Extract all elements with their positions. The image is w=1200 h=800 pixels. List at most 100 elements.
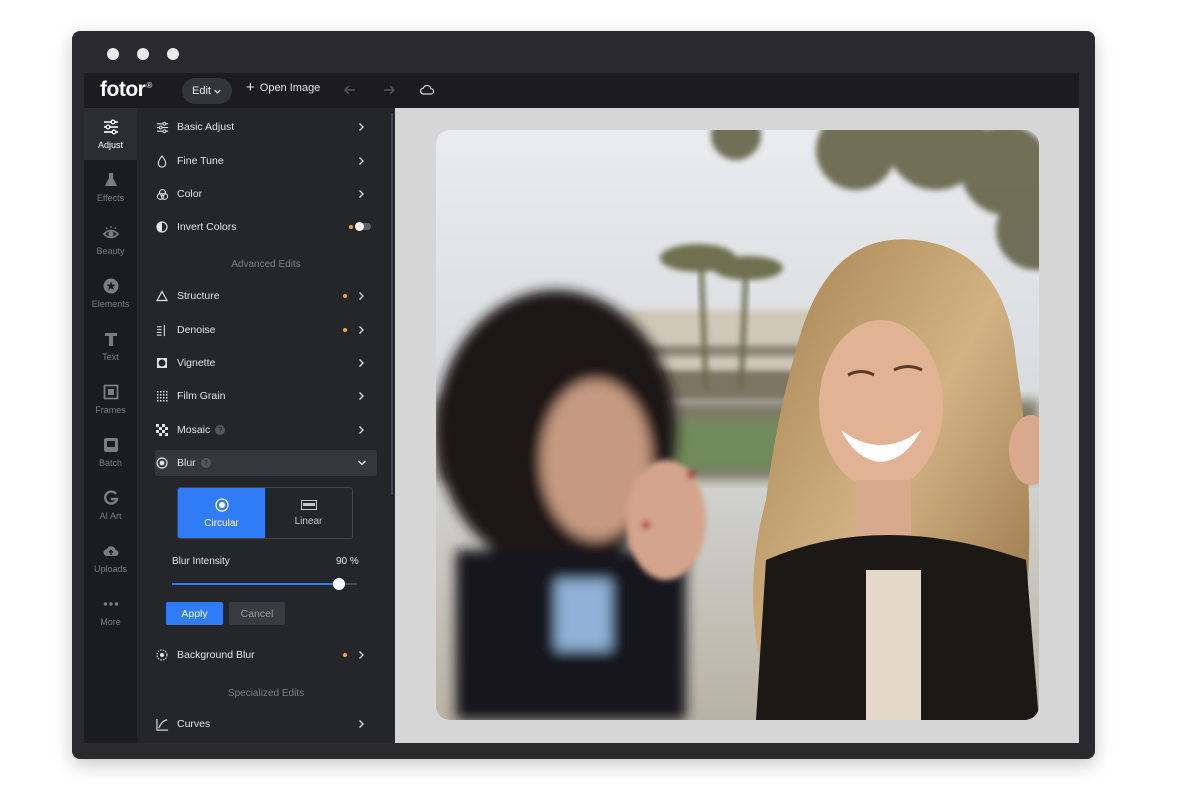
rail-item-batch[interactable]: Batch [84, 426, 137, 478]
vignette-icon [157, 358, 167, 368]
chevron-down-icon [214, 89, 221, 94]
photo-illustration [436, 130, 1039, 720]
cloud-upload-icon [103, 546, 118, 557]
invert-colors-toggle[interactable] [355, 222, 371, 231]
fotor-logo[interactable]: fotor® [100, 78, 152, 102]
cloud-icon[interactable] [419, 82, 435, 98]
open-image-button[interactable]: + Open Image [246, 79, 321, 96]
rail-label: AI Art [99, 511, 122, 521]
plus-icon: + [246, 79, 255, 96]
rail-label: Uploads [93, 564, 128, 574]
drop-icon [157, 154, 167, 168]
menu-item-mosaic[interactable]: Mosaic ? [155, 417, 375, 443]
blur-intensity-slider[interactable] [172, 578, 357, 590]
mosaic-icon [156, 424, 168, 436]
top-bar: fotor® Edit + Open Image [84, 73, 1079, 108]
rail-label: Adjust [97, 140, 123, 150]
chevron-right-icon [359, 326, 364, 334]
blur-mode-linear[interactable]: Linear [265, 488, 352, 538]
menu-item-label: Curves [177, 718, 211, 730]
flask-icon [104, 173, 117, 186]
rail-label: Frames [95, 405, 126, 415]
panel-scrollbar[interactable] [391, 113, 393, 495]
grain-grid-icon [157, 391, 168, 402]
rail-item-more[interactable]: More [84, 585, 137, 637]
chevron-right-icon [359, 651, 364, 659]
cancel-button[interactable]: Cancel [229, 602, 285, 625]
eye-icon [102, 226, 119, 239]
help-icon[interactable]: ? [215, 425, 226, 435]
rail-label: Beauty [96, 246, 125, 256]
menu-item-fine-tune[interactable]: Fine Tune [155, 148, 375, 174]
menu-item-label: Fine Tune [177, 155, 224, 167]
slider-fill [172, 583, 339, 585]
rail-item-beauty[interactable]: Beauty [84, 214, 137, 266]
star-circle-icon [103, 278, 118, 294]
batch-image-icon [103, 438, 118, 452]
menu-item-background-blur[interactable]: Background Blur [155, 642, 375, 668]
menu-item-basic-adjust[interactable]: Basic Adjust [155, 114, 375, 140]
rail-label: Elements [91, 299, 130, 309]
open-image-label: Open Image [259, 82, 321, 94]
background-blur-icon [156, 649, 168, 661]
chevron-right-icon [359, 426, 364, 434]
menu-item-label: Film Grain [177, 390, 226, 402]
apply-button[interactable]: Apply [166, 602, 223, 625]
rail-item-frames[interactable]: Frames [84, 373, 137, 425]
menu-item-curves[interactable]: Curves [155, 711, 375, 737]
chevron-right-icon [359, 123, 364, 131]
chevron-right-icon [359, 720, 364, 728]
window-controls [107, 48, 179, 60]
new-feature-dot [343, 294, 347, 298]
window-close-button[interactable] [107, 48, 119, 60]
triangle-icon [156, 290, 168, 302]
slider-handle[interactable] [333, 578, 345, 590]
menu-item-denoise[interactable]: Denoise [155, 317, 375, 343]
menu-item-vignette[interactable]: Vignette [155, 350, 375, 376]
menu-item-color[interactable]: Color [155, 181, 375, 207]
chevron-right-icon [359, 190, 364, 198]
editor: fotor® Edit + Open Image Adjust Effects [84, 73, 1079, 743]
new-feature-dot [343, 328, 347, 332]
rail-item-ai-art[interactable]: AI Art [84, 479, 137, 531]
edited-photo[interactable] [436, 130, 1039, 720]
rail-item-effects[interactable]: Effects [84, 161, 137, 213]
menu-item-label: Blur [177, 457, 196, 469]
menu-item-structure[interactable]: Structure [155, 283, 375, 309]
undo-arrow-icon[interactable] [342, 82, 358, 98]
app-window: fotor® Edit + Open Image Adjust Effects [72, 31, 1095, 759]
blur-radio-icon [156, 457, 168, 469]
menu-item-blur[interactable]: Blur ? [155, 450, 377, 476]
rail-label: More [100, 617, 121, 627]
blur-intensity-label: Blur Intensity [172, 556, 230, 567]
help-icon[interactable]: ? [200, 458, 211, 468]
menu-item-film-grain[interactable]: Film Grain [155, 383, 375, 409]
color-circles-icon [156, 188, 168, 200]
rail-item-text[interactable]: Text [84, 320, 137, 372]
blur-mode-circular[interactable]: Circular [178, 488, 265, 538]
window-maximize-button[interactable] [167, 48, 179, 60]
rail-item-elements[interactable]: Elements [84, 267, 137, 319]
redo-arrow-icon[interactable] [381, 82, 397, 98]
new-feature-dot [349, 225, 353, 229]
rail-item-adjust[interactable]: Adjust [84, 108, 137, 160]
section-title-advanced-edits: Advanced Edits [231, 259, 301, 270]
blur-mode-label: Linear [294, 515, 323, 527]
menu-item-label: Invert Colors [177, 221, 237, 233]
chevron-right-icon [359, 292, 364, 300]
rail-label: Batch [98, 458, 122, 468]
photo-canvas [395, 108, 1079, 743]
circular-icon [214, 497, 229, 512]
rail-label: Effects [96, 193, 125, 203]
blur-intensity-value: 90 % [336, 556, 359, 567]
menu-item-label: Color [177, 188, 203, 200]
chevron-right-icon [359, 392, 364, 400]
menu-item-invert-colors[interactable]: Invert Colors [155, 214, 375, 240]
window-minimize-button[interactable] [137, 48, 149, 60]
edit-menu-button[interactable]: Edit [182, 78, 232, 104]
new-feature-dot [343, 653, 347, 657]
rail-item-uploads[interactable]: Uploads [84, 532, 137, 584]
sliders-icon [103, 119, 118, 135]
menu-item-label: Structure [177, 290, 220, 302]
frame-icon [103, 384, 118, 400]
